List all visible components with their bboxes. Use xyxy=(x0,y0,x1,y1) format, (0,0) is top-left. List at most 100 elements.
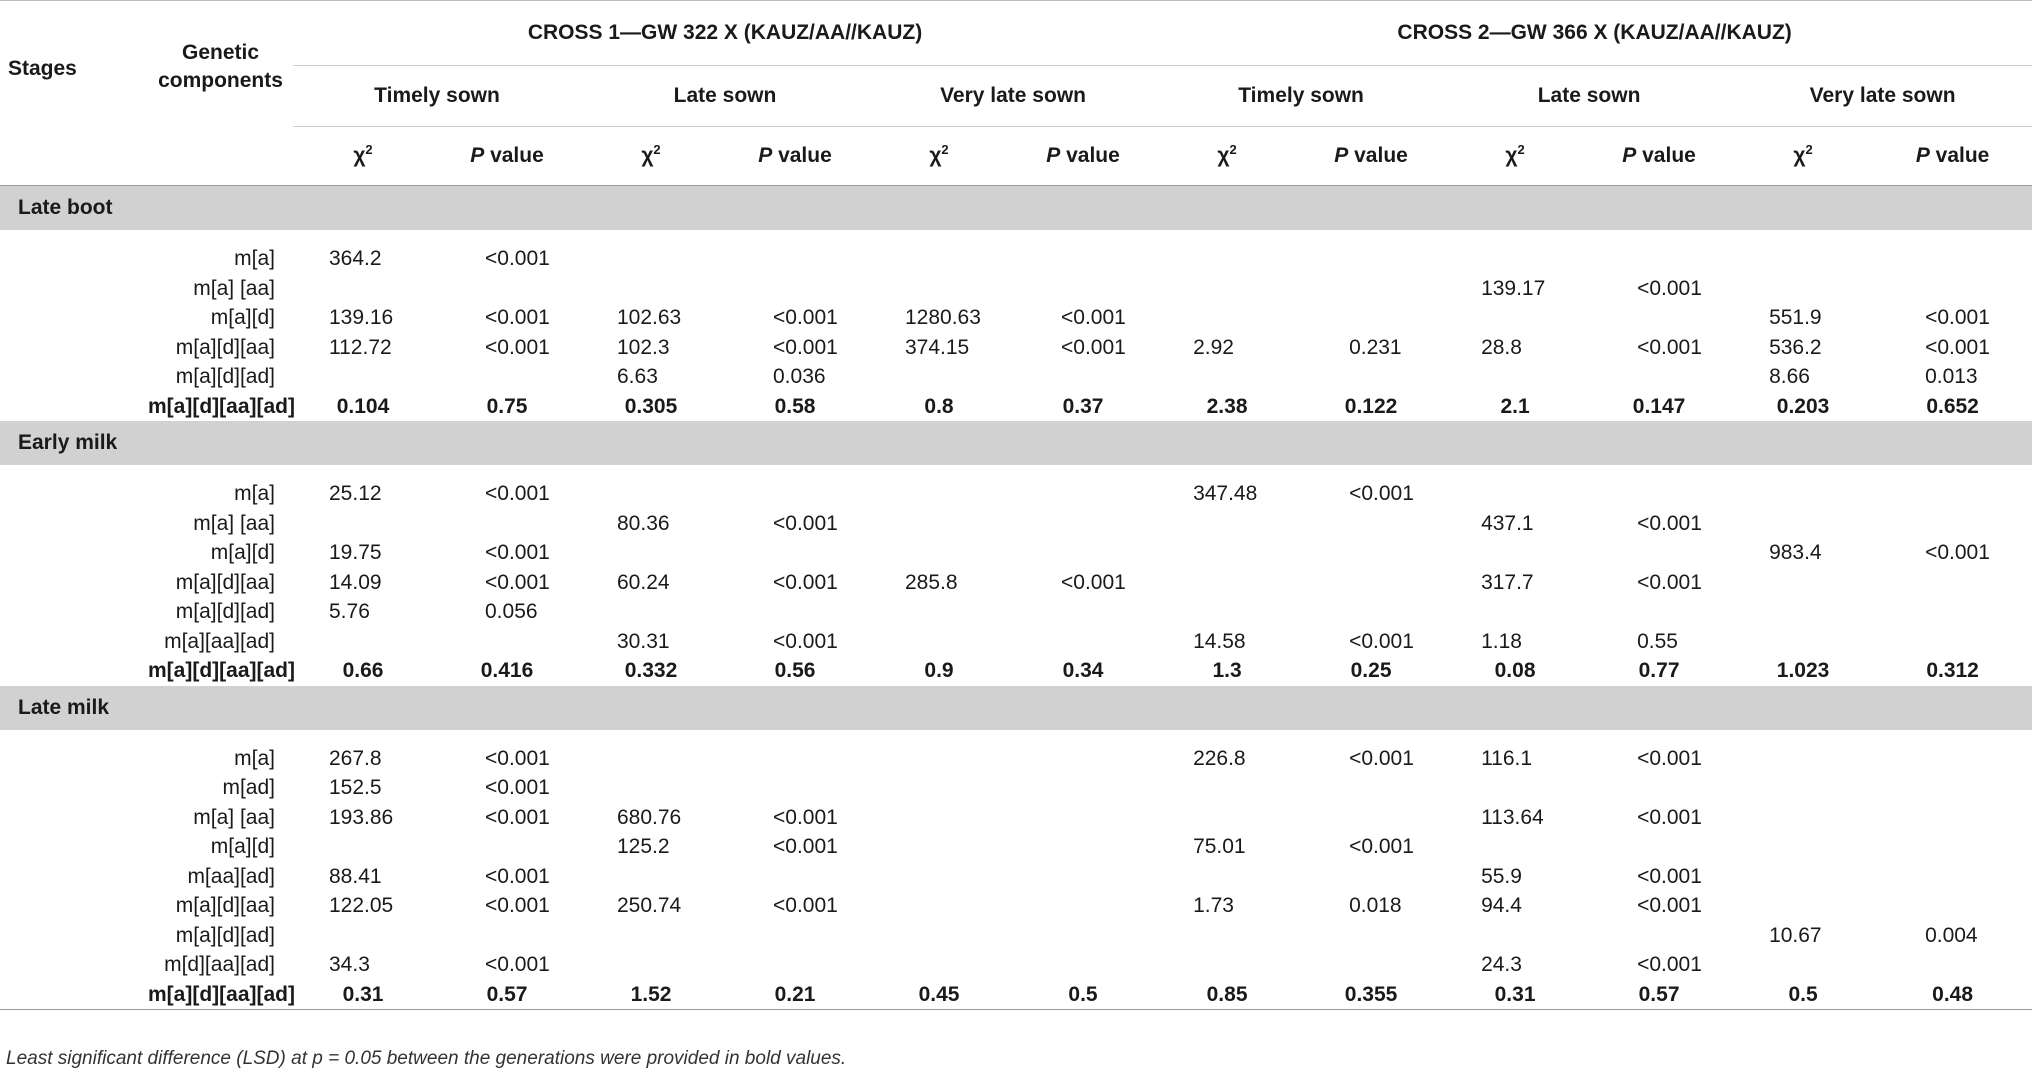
stage-row: Late milk xyxy=(0,685,2032,730)
row-spacer-cell xyxy=(0,979,148,1010)
row-spacer-cell xyxy=(0,862,148,892)
p-value xyxy=(433,274,581,304)
p-letter: P xyxy=(1334,144,1349,167)
chi-symbol: χ xyxy=(1217,144,1230,167)
chi-square-header: χ2 xyxy=(1445,126,1586,186)
p-value xyxy=(1009,362,1157,392)
chi-square-value: 34.3 xyxy=(329,953,370,976)
table-row: m[a] [aa] 139.17 <0.001 xyxy=(0,274,2032,304)
table-footnote: Least significant difference (LSD) at p … xyxy=(6,1048,847,1069)
value-word: value xyxy=(1060,144,1120,167)
chi-square-value: 113.64 xyxy=(1481,805,1544,829)
p-value: 0.147 xyxy=(1632,394,1686,418)
chi-square-value: 60.24 xyxy=(617,570,670,594)
chi-square-value: 24.3 xyxy=(1481,953,1522,976)
table-row: m[a] 364.2 <0.001 xyxy=(0,244,2032,274)
row-spacer-cell xyxy=(0,627,148,657)
p-value: 0.56 xyxy=(774,659,816,682)
chi-square-value: 0.104 xyxy=(336,394,390,418)
chi-square-value: 0.305 xyxy=(624,394,678,418)
chi-square-value: 536.2 xyxy=(1769,335,1822,359)
p-value: <0.001 xyxy=(1637,746,1702,770)
chi-square-value xyxy=(869,627,1009,657)
chi-square-value xyxy=(581,950,721,980)
chi-square-value xyxy=(581,862,721,892)
chi-superscript: 2 xyxy=(365,142,373,157)
p-value: 0.312 xyxy=(1926,659,1979,682)
p-value xyxy=(1585,832,1733,862)
p-value: <0.001 xyxy=(1637,894,1702,917)
p-value xyxy=(721,862,869,892)
condition-header: Very late sown xyxy=(1733,65,2032,127)
p-value xyxy=(1297,509,1445,539)
chi-symbol: χ xyxy=(929,144,942,167)
chi-square-value xyxy=(869,362,1009,392)
genetic-components-header: Genetic components xyxy=(148,0,293,186)
chi-square-value: 680.76 xyxy=(617,805,682,829)
p-value: <0.001 xyxy=(773,805,838,829)
chi-square-value xyxy=(581,274,721,304)
row-spacer-cell xyxy=(0,244,148,274)
chi-square-value xyxy=(1733,479,1873,509)
p-value xyxy=(1009,891,1157,921)
genetic-header-line2: components xyxy=(158,69,283,92)
stage-spacer xyxy=(0,465,2032,479)
p-value: <0.001 xyxy=(1061,570,1126,594)
chi-square-value xyxy=(581,744,721,774)
chi-square-value: 2.92 xyxy=(1193,335,1234,359)
table-row: m[a] [aa] 193.86 <0.001 680.76 <0.001 113.64 <… xyxy=(0,803,2032,833)
genetic-component: m[a][d] xyxy=(210,306,275,329)
chi-square-value xyxy=(1157,274,1297,304)
p-value xyxy=(1297,862,1445,892)
p-value: 0.056 xyxy=(485,600,538,623)
chi-square-value xyxy=(581,773,721,803)
chi-square-value: 0.66 xyxy=(342,659,384,682)
p-value: <0.001 xyxy=(1637,511,1702,535)
p-value: 0.57 xyxy=(433,979,581,1010)
chi-square-value: 285.8 xyxy=(905,570,958,594)
table-row: m[ad] 152.5 <0.001 xyxy=(0,773,2032,803)
table-row: m[a][d][aa][ad] 0.66 0.416 0.332 0.56 0.9 0.34… xyxy=(0,656,2032,686)
chi-square-value xyxy=(1733,832,1873,862)
p-value xyxy=(1873,773,2032,803)
chi-square-value: 28.8 xyxy=(1481,335,1522,359)
stage-label: Late boot xyxy=(0,185,2032,230)
chi-square-value xyxy=(581,538,721,568)
chi-square-value: 1.023 xyxy=(1776,659,1830,682)
p-value xyxy=(1585,244,1733,274)
p-value: <0.001 xyxy=(485,541,550,564)
p-value xyxy=(1297,921,1445,951)
chi-square-value: 0.31 xyxy=(293,979,433,1010)
chi-superscript: 2 xyxy=(1805,142,1813,157)
table-row: m[a][d][aa][ad] 0.31 0.57 1.52 0.21 0.45 0.5 0.… xyxy=(0,979,2032,1010)
chi-square-header: χ2 xyxy=(1733,126,1874,186)
genetic-component: m[a] xyxy=(234,482,275,505)
p-value xyxy=(1297,303,1445,333)
value-word: value xyxy=(1636,144,1696,167)
chi-square-value xyxy=(1733,744,1873,774)
chi-square-value xyxy=(1445,773,1585,803)
p-value-header: P value xyxy=(1297,126,1446,186)
chi-square-value: 0.45 xyxy=(869,979,1009,1010)
chi-square-value: 80.36 xyxy=(617,511,670,535)
p-value: <0.001 xyxy=(1061,335,1126,359)
header-condition-row: Timely sown Late sown Very late sown Timely… xyxy=(0,65,2032,127)
p-value-header: P value xyxy=(1585,126,1734,186)
p-value: <0.001 xyxy=(1061,306,1126,329)
chi-square-value: 125.2 xyxy=(617,835,670,858)
chi-square-value: 364.2 xyxy=(329,247,382,270)
p-value: 0.004 xyxy=(1925,923,1978,947)
chi-square-value xyxy=(869,921,1009,951)
p-value: <0.001 xyxy=(773,306,838,329)
chi-square-value xyxy=(1733,950,1873,980)
genetic-component: m[a] [aa] xyxy=(193,276,275,300)
p-value xyxy=(721,274,869,304)
cross1-header: CROSS 1—GW 322 X (KAUZ/AA//KAUZ) xyxy=(293,0,1158,66)
chi-square-value xyxy=(869,803,1009,833)
p-value: <0.001 xyxy=(1637,570,1702,594)
chi-square-value xyxy=(293,509,433,539)
chi-square-value: 139.16 xyxy=(329,306,394,329)
chi-square-value xyxy=(1733,244,1873,274)
table-row: m[a][d] 19.75 <0.001 983.4 <0.001 xyxy=(0,538,2032,568)
p-value xyxy=(1009,832,1157,862)
